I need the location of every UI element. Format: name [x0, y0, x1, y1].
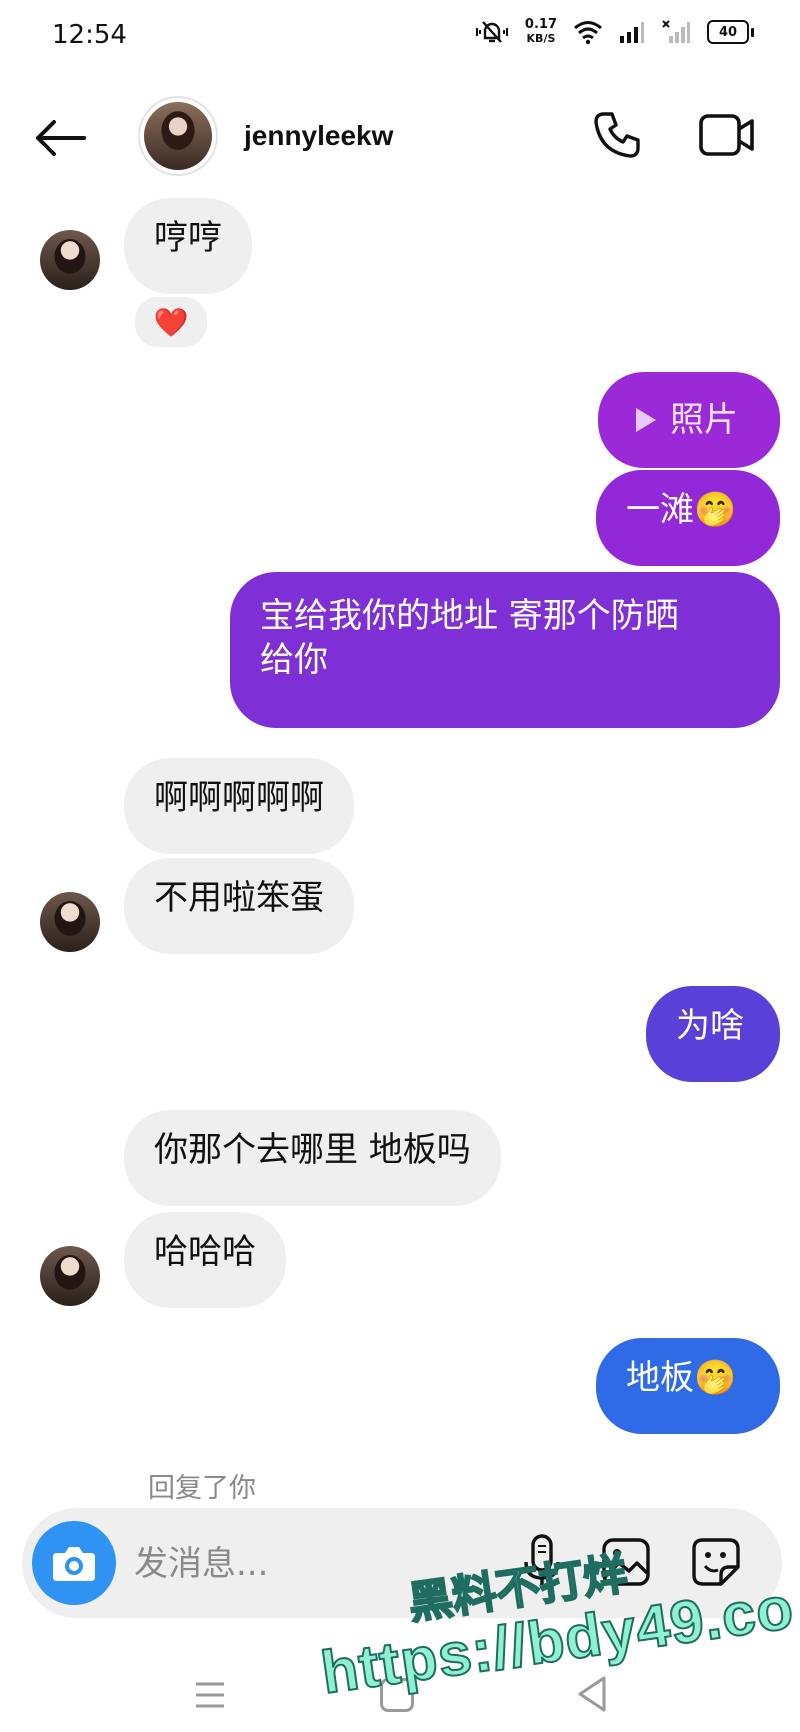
voice-call-button[interactable] — [588, 106, 646, 164]
message-bubble-out[interactable]: 一滩🤭 — [596, 470, 780, 566]
contact-avatar[interactable] — [138, 96, 218, 176]
signal-no-sim-icon — [662, 20, 690, 43]
message-bubble-out-multiline[interactable]: 宝给我你的地址 寄那个防晒 给你 — [230, 572, 780, 728]
network-speed: 0.17 KB/S — [525, 18, 557, 46]
battery-icon: 40 — [707, 20, 754, 44]
avatar — [144, 102, 212, 170]
message-bubble-out[interactable]: 地板🤭 — [596, 1338, 780, 1434]
reaction-badge[interactable]: ❤️ — [132, 294, 210, 350]
signal-icon — [620, 22, 644, 43]
video-call-button[interactable] — [696, 104, 758, 166]
battery-level: 40 — [718, 24, 738, 40]
message-bubble-out[interactable]: 为啥 — [646, 986, 780, 1082]
message-text: 哈哈哈 — [154, 1232, 256, 1272]
message-bubble-out-photo[interactable]: 照片 — [598, 372, 780, 468]
message-bubble-in[interactable]: 哼哼 — [124, 198, 252, 294]
back-button[interactable] — [30, 116, 90, 160]
status-time: 12:54 — [52, 20, 127, 50]
arrow-left-icon — [36, 120, 86, 156]
sender-avatar[interactable] — [40, 892, 100, 952]
message-text: 哼哼 — [154, 218, 222, 258]
message-text: 啊啊啊啊啊 — [154, 778, 324, 818]
sender-avatar[interactable] — [40, 230, 100, 290]
net-speed-value: 0.17 — [524, 17, 557, 32]
play-icon — [636, 408, 656, 432]
message-text: 你那个去哪里 地板吗 — [154, 1130, 471, 1170]
recent-apps-icon[interactable] — [190, 1678, 230, 1712]
chat-header: jennyleekw — [0, 86, 800, 190]
camera-icon — [53, 1547, 95, 1581]
reply-hint: 回复了你 — [148, 1473, 256, 1504]
message-text: 不用啦笨蛋 — [154, 878, 324, 918]
message-bubble-in[interactable]: 啊啊啊啊啊 — [124, 758, 354, 854]
message-text: 一滩🤭 — [626, 490, 737, 530]
mute-bell-icon — [475, 21, 508, 43]
status-bar: 12:54 0.17 KB/S 40 — [0, 0, 800, 72]
message-bubble-in[interactable]: 哈哈哈 — [124, 1212, 286, 1308]
message-text: 为啥 — [676, 1006, 744, 1046]
message-text: 地板🤭 — [626, 1358, 737, 1398]
message-text: 照片 — [670, 400, 738, 440]
heart-reaction: ❤️ — [153, 305, 189, 339]
contact-username[interactable]: jennyleekw — [244, 120, 393, 152]
sender-avatar[interactable] — [40, 1246, 100, 1306]
message-text-line1: 宝给我你的地址 寄那个防晒 — [260, 596, 679, 636]
message-bubble-in[interactable]: 不用啦笨蛋 — [124, 858, 354, 954]
net-speed-unit: KB/S — [526, 32, 556, 45]
status-icons: 0.17 KB/S 40 — [475, 18, 754, 46]
message-text-line2: 给你 — [260, 640, 328, 680]
phone-icon — [594, 112, 640, 158]
camera-button[interactable] — [32, 1521, 116, 1605]
wifi-icon — [574, 21, 602, 45]
video-camera-icon — [699, 114, 754, 156]
message-bubble-in[interactable]: 你那个去哪里 地板吗 — [124, 1110, 501, 1206]
